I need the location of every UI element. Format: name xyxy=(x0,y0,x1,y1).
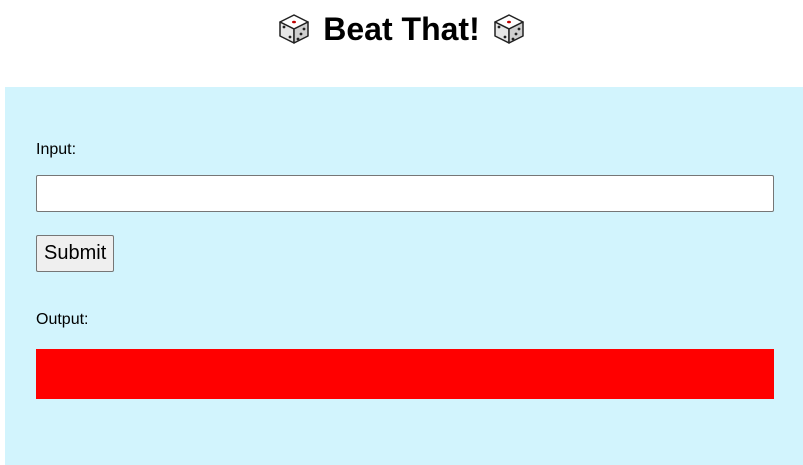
output-label: Output: xyxy=(36,311,89,328)
submit-button[interactable]: Submit xyxy=(36,235,115,272)
dice-icon xyxy=(493,14,524,44)
input-label: Input: xyxy=(36,141,77,158)
title-group: Beat That! xyxy=(277,11,525,48)
game-panel: Input: Submit Output: xyxy=(5,87,803,465)
dice-icon xyxy=(279,14,310,44)
page-title: Beat That! xyxy=(323,10,480,47)
input-field[interactable] xyxy=(36,175,774,212)
output-box xyxy=(36,349,774,399)
page-header: Beat That! xyxy=(0,0,803,58)
